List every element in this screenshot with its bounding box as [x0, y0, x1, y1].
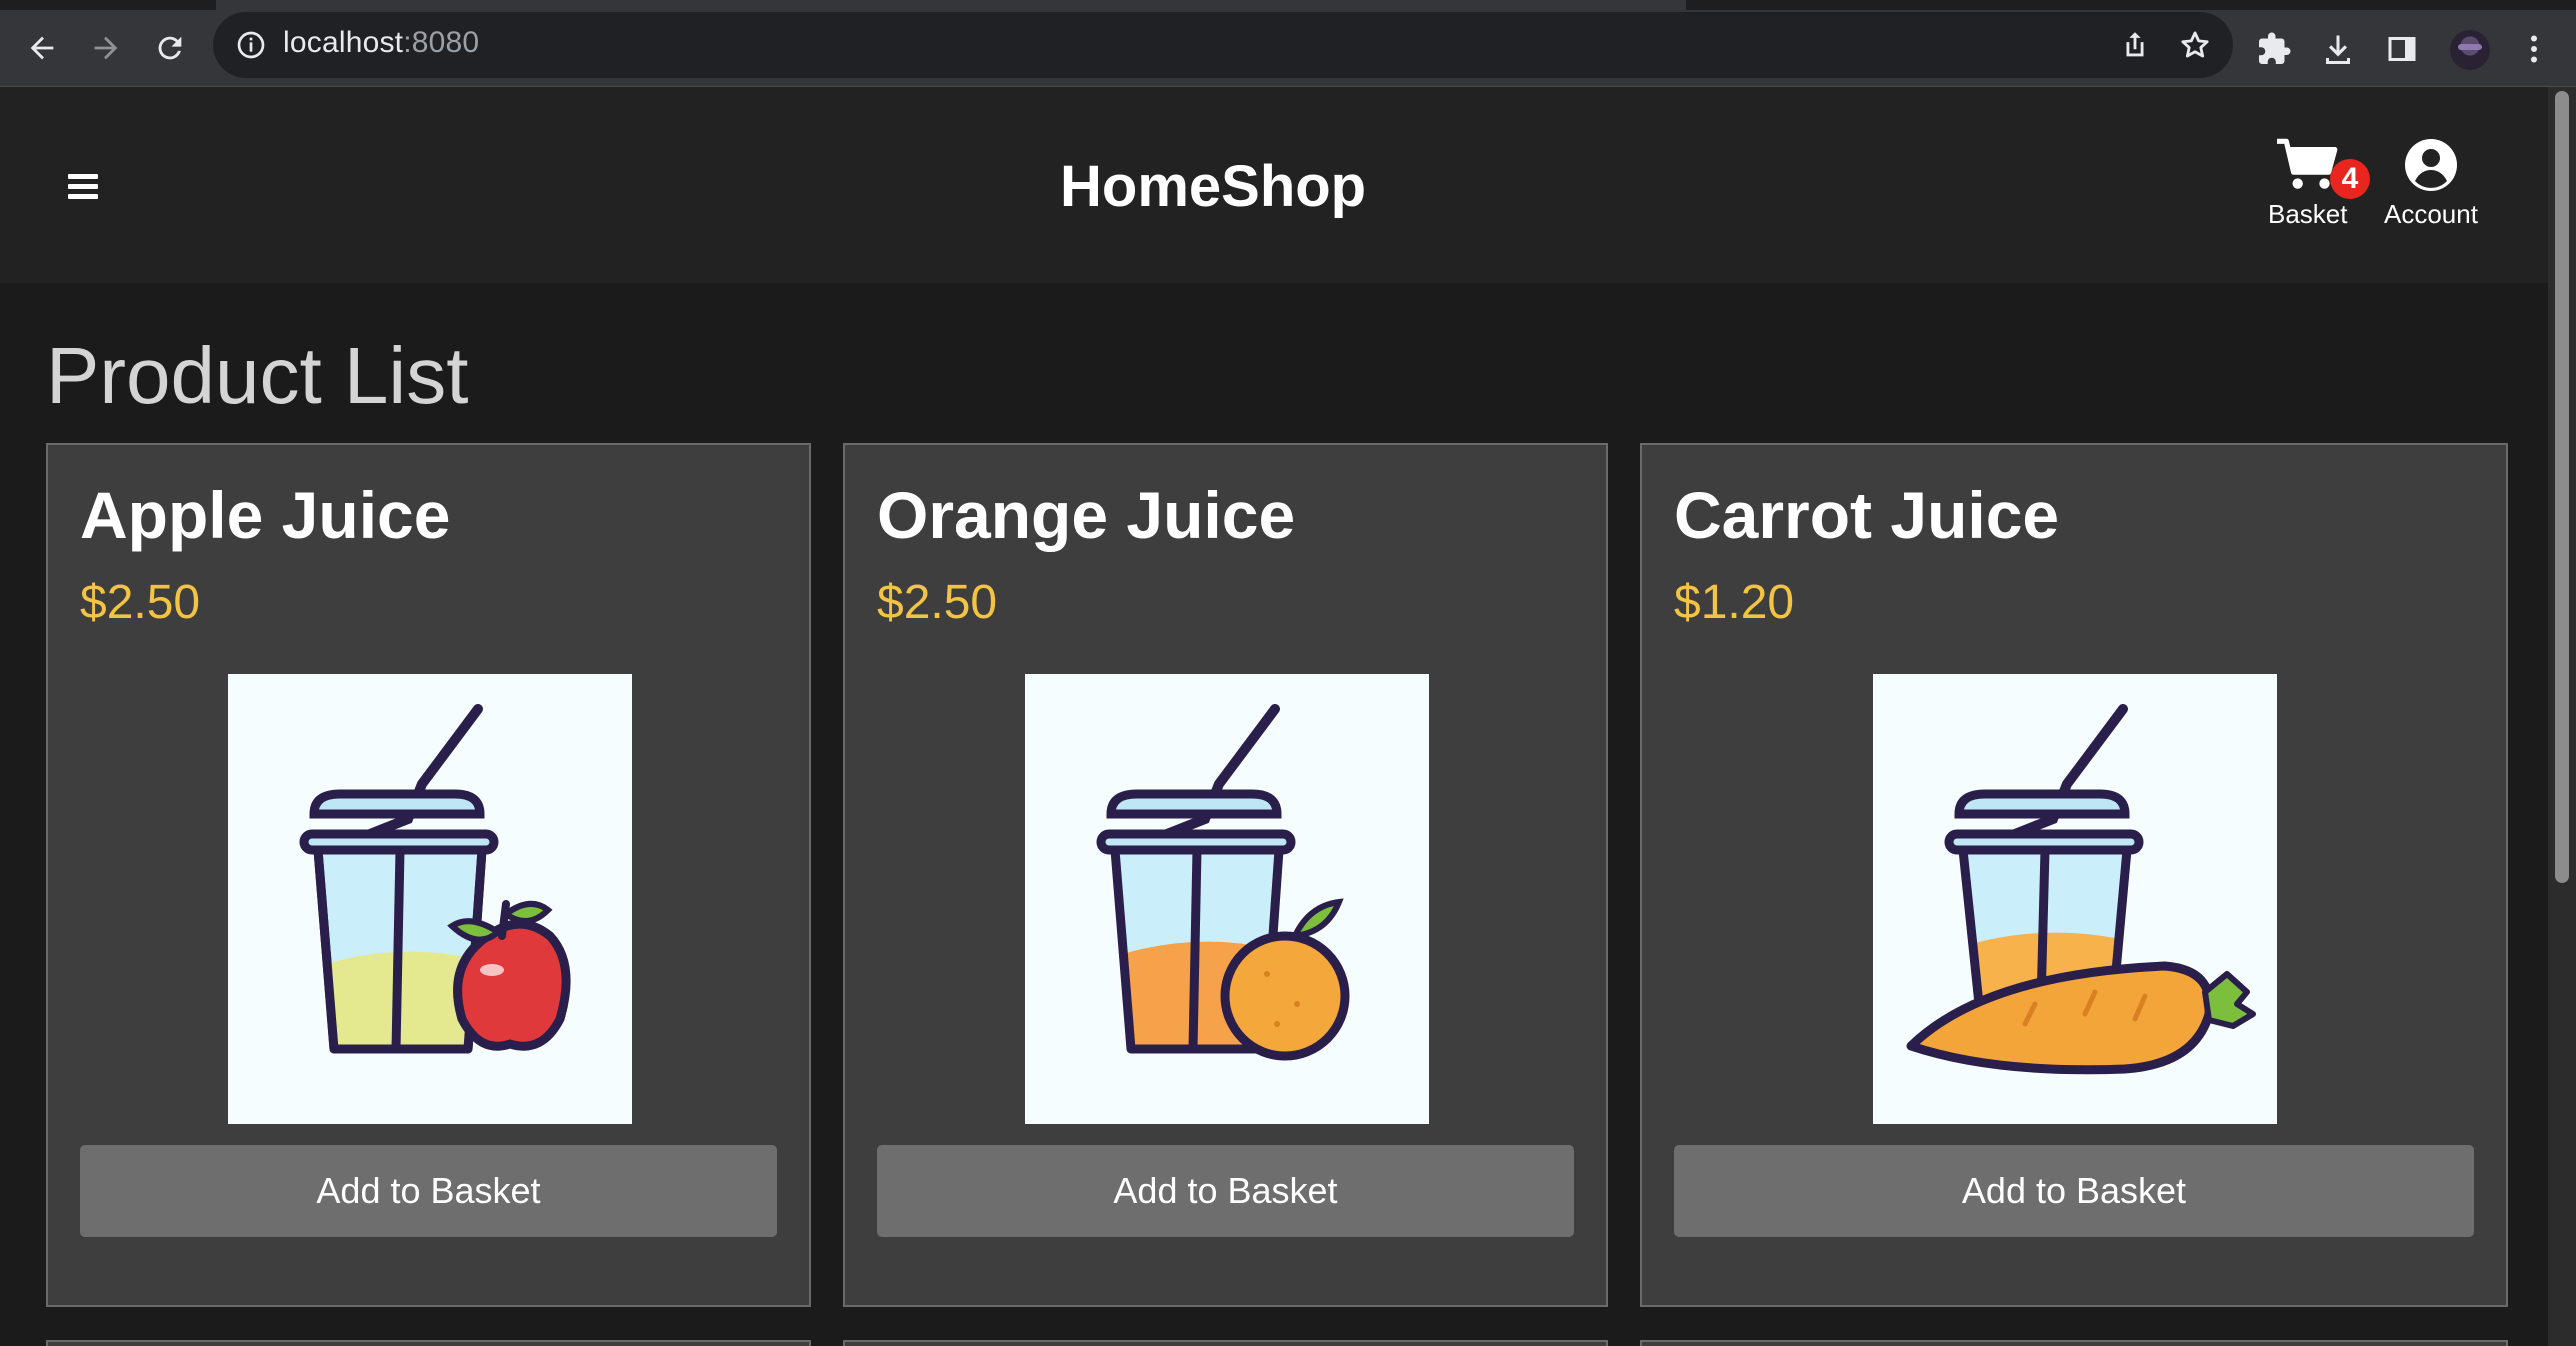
url-port: :8080: [403, 26, 480, 59]
scrollbar-thumb[interactable]: [2555, 91, 2569, 883]
page-title: Product List: [46, 331, 469, 420]
reload-icon: [158, 36, 182, 60]
app-header: HomeShop 4 Basket Account: [0, 87, 2548, 283]
url-text: localhost:8080: [283, 26, 479, 60]
product-card: Apple Juice $2.50 Add to Basket: [46, 443, 811, 1307]
product-price: $1.20: [1674, 576, 1795, 629]
forward-button[interactable]: [80, 22, 132, 74]
star-icon[interactable]: [2178, 28, 2212, 62]
profile-avatar[interactable]: [2450, 30, 2490, 70]
page-scrollbar[interactable]: [2548, 87, 2576, 1346]
share-icon[interactable]: [2118, 28, 2152, 62]
menu-icon[interactable]: [68, 174, 98, 199]
url-host: localhost: [283, 26, 404, 59]
product-price: $2.50: [877, 576, 998, 629]
account-button[interactable]: Account: [2384, 137, 2478, 230]
product-name: Carrot Juice: [1674, 478, 2060, 552]
product-card-partial: [46, 1340, 811, 1346]
tab-strip: [0, 0, 2576, 10]
add-to-basket-button[interactable]: Add to Basket: [80, 1145, 777, 1237]
apple-juice-icon: [299, 704, 571, 1054]
browser-toolbar: localhost:8080: [0, 10, 2576, 87]
brand-title[interactable]: HomeShop: [1060, 153, 1366, 220]
reload-button[interactable]: [144, 22, 196, 74]
active-tab[interactable]: [216, 0, 1686, 10]
orange-juice-icon: [1096, 704, 1350, 1061]
download-icon[interactable]: [2320, 31, 2356, 67]
product-card: Carrot Juice $1.20 Add to Basket: [1640, 443, 2508, 1307]
product-image: [228, 674, 632, 1124]
basket-button[interactable]: 4 Basket: [2268, 137, 2370, 230]
carrot-juice-icon: [1906, 704, 2256, 1075]
add-to-basket-button[interactable]: Add to Basket: [1674, 1145, 2474, 1237]
user-circle-icon: [2404, 139, 2457, 191]
product-card-partial: [1640, 1340, 2508, 1346]
product-image: [1025, 674, 1429, 1124]
product-name: Apple Juice: [80, 478, 451, 552]
back-button[interactable]: [16, 22, 68, 74]
side-panel-icon[interactable]: [2384, 31, 2420, 67]
add-to-basket-button[interactable]: Add to Basket: [877, 1145, 1574, 1237]
arrow-left-icon: [30, 36, 54, 60]
product-card-partial: [843, 1340, 1608, 1346]
product-image: [1873, 674, 2277, 1124]
basket-label: Basket: [2268, 199, 2348, 229]
more-vertical-icon[interactable]: [2516, 31, 2552, 67]
account-label: Account: [2384, 199, 2478, 229]
product-card: Orange Juice $2.50 Add to Basket: [843, 443, 1608, 1307]
puzzle-icon[interactable]: [2256, 31, 2292, 67]
product-name: Orange Juice: [877, 478, 1296, 552]
info-icon[interactable]: [235, 29, 267, 61]
product-price: $2.50: [80, 576, 201, 629]
arrow-right-icon: [94, 36, 118, 60]
address-bar[interactable]: localhost:8080: [213, 12, 2233, 78]
basket-count-badge: 4: [2330, 159, 2370, 199]
